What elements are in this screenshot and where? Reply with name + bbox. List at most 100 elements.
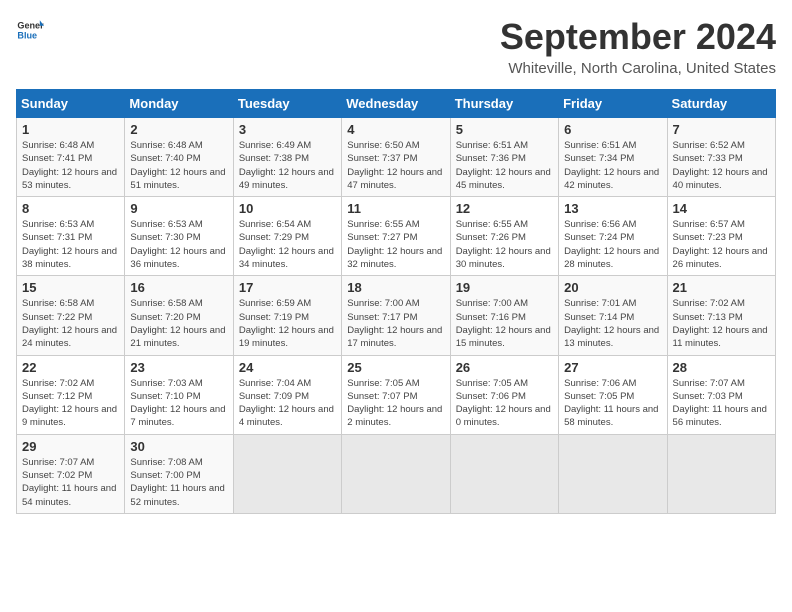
day-info: Sunrise: 7:06 AMSunset: 7:05 PMDaylight:… xyxy=(564,378,658,429)
table-row xyxy=(559,434,667,513)
day-info: Sunrise: 7:05 AMSunset: 7:06 PMDaylight:… xyxy=(456,378,551,429)
day-info: Sunrise: 6:53 AMSunset: 7:30 PMDaylight:… xyxy=(130,219,225,270)
day-number: 12 xyxy=(456,201,553,216)
table-row: 3Sunrise: 6:49 AMSunset: 7:38 PMDaylight… xyxy=(233,118,341,197)
day-number: 19 xyxy=(456,280,553,295)
table-row: 23 Sunrise: 7:03 AMSunset: 7:10 PMDayligh… xyxy=(125,355,233,434)
day-info: Sunrise: 6:49 AMSunset: 7:38 PMDaylight:… xyxy=(239,140,334,191)
day-info: Sunrise: 7:03 AMSunset: 7:10 PMDaylight:… xyxy=(130,378,225,429)
day-number: 13 xyxy=(564,201,661,216)
day-info: Sunrise: 6:54 AMSunset: 7:29 PMDaylight:… xyxy=(239,219,334,270)
day-number: 20 xyxy=(564,280,661,295)
table-row: 17 Sunrise: 6:59 AMSunset: 7:19 PMDayligh… xyxy=(233,276,341,355)
general-blue-logo-icon: General Blue xyxy=(16,16,44,44)
table-row: 9 Sunrise: 6:53 AMSunset: 7:30 PMDaylight… xyxy=(125,197,233,276)
table-row: 2 Sunrise: 6:48 AMSunset: 7:40 PMDaylight… xyxy=(125,118,233,197)
day-number: 15 xyxy=(22,280,119,295)
col-wednesday: Wednesday xyxy=(342,90,450,118)
col-tuesday: Tuesday xyxy=(233,90,341,118)
day-info: Sunrise: 6:53 AMSunset: 7:31 PMDaylight:… xyxy=(22,219,117,270)
day-number: 2 xyxy=(130,122,227,137)
table-row: 13 Sunrise: 6:56 AMSunset: 7:24 PMDayligh… xyxy=(559,197,667,276)
day-info: Sunrise: 6:57 AMSunset: 7:23 PMDaylight:… xyxy=(673,219,768,270)
day-number: 28 xyxy=(673,360,770,375)
day-number: 9 xyxy=(130,201,227,216)
table-row: 29 Sunrise: 7:07 AMSunset: 7:02 PMDayligh… xyxy=(17,434,125,513)
table-row xyxy=(233,434,341,513)
col-sunday: Sunday xyxy=(17,90,125,118)
title-section: September 2024 Whiteville, North Carolin… xyxy=(500,16,776,77)
month-title: September 2024 xyxy=(500,16,776,58)
day-info: Sunrise: 6:55 AMSunset: 7:27 PMDaylight:… xyxy=(347,219,442,270)
day-info: Sunrise: 6:50 AMSunset: 7:37 PMDaylight:… xyxy=(347,140,442,191)
day-number: 25 xyxy=(347,360,444,375)
table-row: 26 Sunrise: 7:05 AMSunset: 7:06 PMDayligh… xyxy=(450,355,558,434)
col-thursday: Thursday xyxy=(450,90,558,118)
day-info: Sunrise: 7:00 AMSunset: 7:16 PMDaylight:… xyxy=(456,298,551,349)
day-info: Sunrise: 6:56 AMSunset: 7:24 PMDaylight:… xyxy=(564,219,659,270)
table-row: 4 Sunrise: 6:50 AMSunset: 7:37 PMDaylight… xyxy=(342,118,450,197)
day-number: 17 xyxy=(239,280,336,295)
calendar-table: Sunday Monday Tuesday Wednesday Thursday… xyxy=(16,89,776,514)
table-row: 6 Sunrise: 6:51 AMSunset: 7:34 PMDaylight… xyxy=(559,118,667,197)
day-info: Sunrise: 6:48 AMSunset: 7:40 PMDaylight:… xyxy=(130,140,225,191)
calendar-week-row: 15 Sunrise: 6:58 AMSunset: 7:22 PMDayligh… xyxy=(17,276,776,355)
day-number: 27 xyxy=(564,360,661,375)
day-info: Sunrise: 7:07 AMSunset: 7:02 PMDaylight:… xyxy=(22,457,116,508)
day-number: 8 xyxy=(22,201,119,216)
day-info: Sunrise: 7:02 AMSunset: 7:12 PMDaylight:… xyxy=(22,378,117,429)
day-number: 18 xyxy=(347,280,444,295)
day-info: Sunrise: 6:58 AMSunset: 7:22 PMDaylight:… xyxy=(22,298,117,349)
day-number: 21 xyxy=(673,280,770,295)
day-info: Sunrise: 7:00 AMSunset: 7:17 PMDaylight:… xyxy=(347,298,442,349)
col-friday: Friday xyxy=(559,90,667,118)
day-info: Sunrise: 7:01 AMSunset: 7:14 PMDaylight:… xyxy=(564,298,659,349)
day-number: 11 xyxy=(347,201,444,216)
table-row: 8 Sunrise: 6:53 AMSunset: 7:31 PMDaylight… xyxy=(17,197,125,276)
day-number: 26 xyxy=(456,360,553,375)
day-info: Sunrise: 6:59 AMSunset: 7:19 PMDaylight:… xyxy=(239,298,334,349)
svg-text:Blue: Blue xyxy=(17,30,37,40)
day-number: 29 xyxy=(22,439,119,454)
day-number: 4 xyxy=(347,122,444,137)
table-row: 25 Sunrise: 7:05 AMSunset: 7:07 PMDayligh… xyxy=(342,355,450,434)
day-info: Sunrise: 6:48 AMSunset: 7:41 PMDaylight:… xyxy=(22,140,117,191)
table-row: 27 Sunrise: 7:06 AMSunset: 7:05 PMDayligh… xyxy=(559,355,667,434)
col-monday: Monday xyxy=(125,90,233,118)
day-info: Sunrise: 7:02 AMSunset: 7:13 PMDaylight:… xyxy=(673,298,768,349)
table-row: 5Sunrise: 6:51 AMSunset: 7:36 PMDaylight… xyxy=(450,118,558,197)
table-row: 12Sunrise: 6:55 AMSunset: 7:26 PMDayligh… xyxy=(450,197,558,276)
table-row: 21 Sunrise: 7:02 AMSunset: 7:13 PMDayligh… xyxy=(667,276,775,355)
calendar-header-row: Sunday Monday Tuesday Wednesday Thursday… xyxy=(17,90,776,118)
day-number: 30 xyxy=(130,439,227,454)
table-row xyxy=(667,434,775,513)
day-number: 23 xyxy=(130,360,227,375)
table-row: 7Sunrise: 6:52 AMSunset: 7:33 PMDaylight… xyxy=(667,118,775,197)
day-number: 14 xyxy=(673,201,770,216)
day-number: 10 xyxy=(239,201,336,216)
calendar-week-row: 22Sunrise: 7:02 AMSunset: 7:12 PMDayligh… xyxy=(17,355,776,434)
day-info: Sunrise: 6:51 AMSunset: 7:34 PMDaylight:… xyxy=(564,140,659,191)
logo: General Blue xyxy=(16,16,44,44)
header: General Blue September 2024 Whiteville, … xyxy=(16,16,776,77)
calendar-week-row: 1 Sunrise: 6:48 AMSunset: 7:41 PMDaylight… xyxy=(17,118,776,197)
day-number: 24 xyxy=(239,360,336,375)
day-info: Sunrise: 6:52 AMSunset: 7:33 PMDaylight:… xyxy=(673,140,768,191)
table-row: 14 Sunrise: 6:57 AMSunset: 7:23 PMDayligh… xyxy=(667,197,775,276)
table-row: 10 Sunrise: 6:54 AMSunset: 7:29 PMDayligh… xyxy=(233,197,341,276)
day-number: 1 xyxy=(22,122,119,137)
table-row: 15 Sunrise: 6:58 AMSunset: 7:22 PMDayligh… xyxy=(17,276,125,355)
table-row: 18 Sunrise: 7:00 AMSunset: 7:17 PMDayligh… xyxy=(342,276,450,355)
col-saturday: Saturday xyxy=(667,90,775,118)
table-row: 20 Sunrise: 7:01 AMSunset: 7:14 PMDayligh… xyxy=(559,276,667,355)
day-number: 16 xyxy=(130,280,227,295)
table-row: 22Sunrise: 7:02 AMSunset: 7:12 PMDayligh… xyxy=(17,355,125,434)
calendar-week-row: 29 Sunrise: 7:07 AMSunset: 7:02 PMDayligh… xyxy=(17,434,776,513)
day-info: Sunrise: 7:05 AMSunset: 7:07 PMDaylight:… xyxy=(347,378,442,429)
day-info: Sunrise: 6:51 AMSunset: 7:36 PMDaylight:… xyxy=(456,140,551,191)
day-info: Sunrise: 7:08 AMSunset: 7:00 PMDaylight:… xyxy=(130,457,224,508)
day-number: 6 xyxy=(564,122,661,137)
day-info: Sunrise: 6:58 AMSunset: 7:20 PMDaylight:… xyxy=(130,298,225,349)
table-row: 16 Sunrise: 6:58 AMSunset: 7:20 PMDayligh… xyxy=(125,276,233,355)
location-subtitle: Whiteville, North Carolina, United State… xyxy=(500,60,776,77)
